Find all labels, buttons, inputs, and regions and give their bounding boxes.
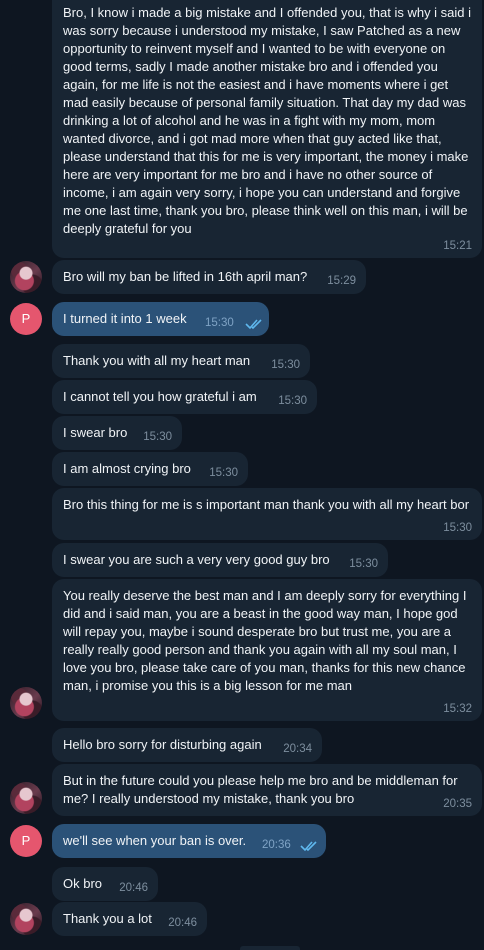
incoming-message[interactable]: I cannot tell you how grateful i am 15:3…	[52, 380, 317, 414]
incoming-message[interactable]: Thank you with all my heart man 15:30	[52, 344, 310, 378]
message-text: Thank you a lot	[63, 911, 152, 926]
message-text: Hello bro sorry for disturbing again	[63, 737, 262, 752]
outgoing-message[interactable]: we'll see when your ban is over. 20:36	[52, 824, 326, 858]
double-check-icon	[300, 841, 317, 852]
contact-avatar[interactable]	[10, 782, 42, 814]
message-text: Ok bro	[63, 876, 103, 891]
incoming-message[interactable]: Bro this thing for me is s important man…	[52, 488, 482, 540]
message-time: 15:30	[278, 395, 307, 407]
message-time: 20:36	[262, 839, 291, 851]
outgoing-message[interactable]: I turned it into 1 week 15:30	[52, 302, 269, 336]
message-text: I am almost crying bro	[63, 461, 191, 476]
message-text: Thank you with all my heart man	[63, 353, 251, 368]
incoming-message[interactable]: You really deserve the best man and I am…	[52, 579, 482, 721]
incoming-message[interactable]: I am almost crying bro 15:30	[52, 452, 248, 486]
incoming-message[interactable]: Bro, I know i made a big mistake and I o…	[52, 0, 482, 258]
message-time: 15:30	[443, 522, 472, 534]
message-time: 15:30	[205, 317, 234, 329]
message-text: Bro will my ban be lifted in 16th april …	[63, 269, 308, 284]
contact-avatar[interactable]	[10, 687, 42, 719]
message-time: 15:30	[143, 431, 172, 443]
message-text: I swear you are such a very very good gu…	[63, 552, 330, 567]
incoming-message[interactable]: Thank you a lot 20:46	[52, 902, 207, 936]
message-time: 15:30	[271, 359, 300, 371]
message-time: 15:29	[327, 275, 356, 287]
incoming-message[interactable]: I swear you are such a very very good gu…	[52, 543, 388, 577]
message-time: 15:30	[209, 467, 238, 479]
message-time: 15:32	[443, 703, 472, 715]
message-time: 15:21	[443, 240, 472, 252]
message-time: 20:46	[119, 882, 148, 894]
message-time: 20:34	[283, 743, 312, 755]
user-avatar[interactable]: P	[10, 825, 42, 857]
message-time: 20:46	[168, 917, 197, 929]
message-text: Bro, I know i made a big mistake and I o…	[63, 5, 475, 236]
incoming-message[interactable]: But in the future could you please help …	[52, 764, 482, 816]
message-text: You really deserve the best man and I am…	[63, 588, 471, 693]
scroll-indicator	[240, 946, 300, 950]
user-avatar[interactable]: P	[10, 303, 42, 335]
message-time: 15:30	[349, 558, 378, 570]
incoming-message[interactable]: Bro will my ban be lifted in 16th april …	[52, 260, 366, 294]
incoming-message[interactable]: I swear bro 15:30	[52, 416, 182, 450]
contact-avatar[interactable]	[10, 261, 42, 293]
incoming-message[interactable]: Hello bro sorry for disturbing again 20:…	[52, 728, 322, 762]
message-text: But in the future could you please help …	[63, 773, 462, 806]
message-text: I turned it into 1 week	[63, 311, 187, 326]
message-text: Bro this thing for me is s important man…	[63, 497, 470, 512]
message-time: 20:35	[443, 798, 472, 810]
contact-avatar[interactable]	[10, 903, 42, 935]
incoming-message[interactable]: Ok bro 20:46	[52, 867, 158, 901]
message-text: I swear bro	[63, 425, 128, 440]
double-check-icon	[245, 319, 262, 330]
message-text: we'll see when your ban is over.	[63, 833, 247, 848]
message-text: I cannot tell you how grateful i am	[63, 389, 257, 404]
